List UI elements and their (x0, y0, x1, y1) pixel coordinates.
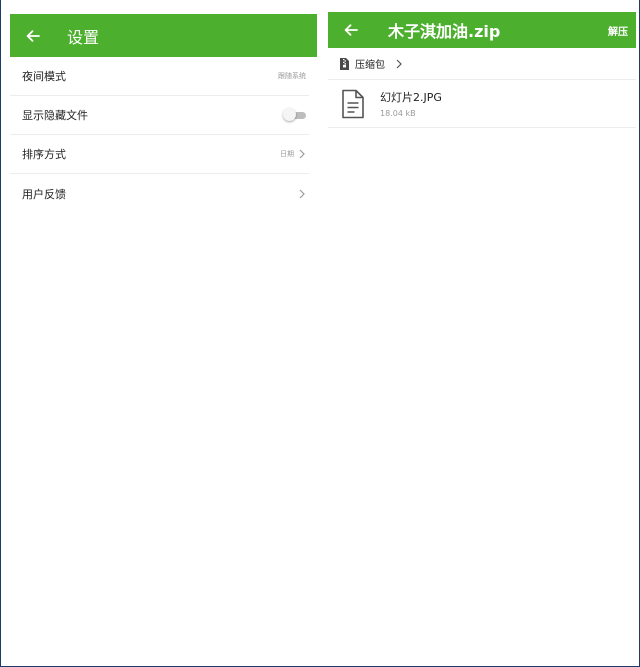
file-text: 幻灯片2.JPG 18.04 kB (380, 89, 442, 118)
setting-label: 排序方式 (22, 148, 66, 161)
setting-sort-order[interactable]: 排序方式 日期 (10, 135, 309, 174)
setting-night-mode[interactable]: 夜间模式 跟随系统 (10, 57, 309, 96)
settings-screen: 设置 夜间模式 跟随系统 显示隐藏文件 排序方式 日期 用户反馈 (10, 14, 317, 666)
extract-button[interactable]: 解压 (606, 19, 630, 42)
setting-user-feedback[interactable]: 用户反馈 (10, 174, 309, 213)
chevron-right-icon (298, 189, 306, 199)
setting-value: 跟随系统 (278, 72, 306, 80)
file-size: 18.04 kB (380, 109, 416, 118)
setting-right: 日期 (280, 149, 306, 159)
archive-app-bar: 木子淇加油.zip 解压 (328, 12, 636, 48)
show-hidden-files-toggle[interactable] (283, 108, 307, 122)
screenshot-frame: 设置 夜间模式 跟随系统 显示隐藏文件 排序方式 日期 用户反馈 木子淇加油.z… (0, 0, 640, 667)
settings-title: 设置 (67, 27, 100, 47)
back-arrow-icon[interactable] (24, 27, 42, 45)
document-icon (340, 89, 366, 119)
settings-app-bar: 设置 (10, 14, 317, 57)
back-arrow-icon[interactable] (342, 21, 360, 39)
chevron-right-icon (395, 59, 403, 69)
settings-list: 夜间模式 跟随系统 显示隐藏文件 排序方式 日期 用户反馈 (10, 57, 317, 213)
breadcrumb-item-archive[interactable]: 压缩包 (355, 56, 385, 71)
setting-right (298, 189, 306, 199)
chevron-right-icon (298, 149, 306, 159)
breadcrumb: 压缩包 (328, 48, 636, 80)
setting-show-hidden-files: 显示隐藏文件 (10, 96, 309, 135)
setting-value: 日期 (280, 150, 294, 158)
setting-label: 夜间模式 (22, 70, 66, 83)
archive-title: 木子淇加油.zip (388, 22, 501, 41)
setting-right: 跟随系统 (278, 71, 306, 81)
archive-screen: 木子淇加油.zip 解压 压缩包 幻灯片2.JPG 18.04 kB (328, 12, 636, 666)
archive-icon (339, 57, 349, 70)
file-list-item[interactable]: 幻灯片2.JPG 18.04 kB (328, 80, 636, 128)
setting-label: 显示隐藏文件 (22, 109, 88, 122)
file-name: 幻灯片2.JPG (380, 91, 442, 104)
toggle-thumb (283, 108, 296, 121)
setting-label: 用户反馈 (22, 187, 66, 201)
